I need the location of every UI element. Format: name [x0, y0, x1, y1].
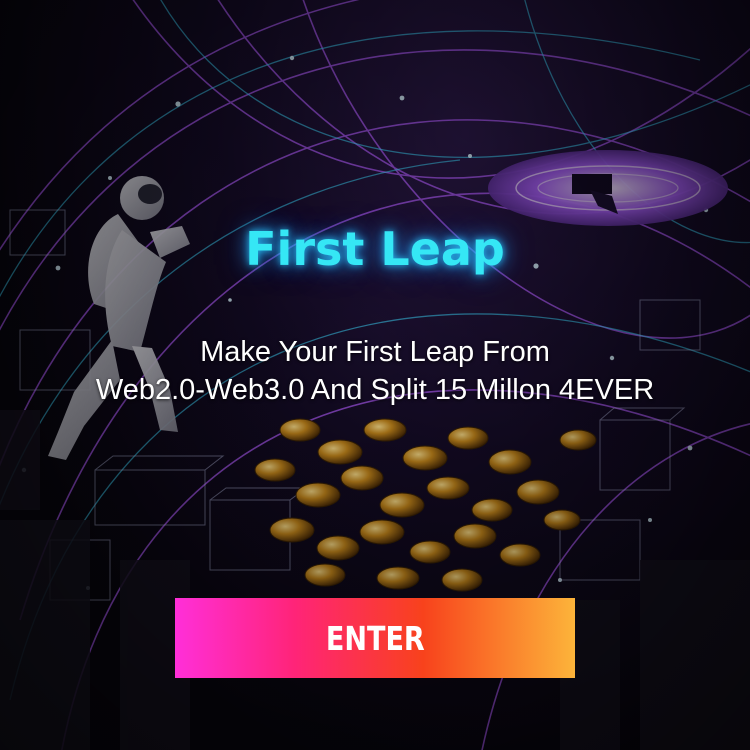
promo-banner: First Leap Make Your First Leap From Web…	[0, 0, 750, 750]
page-title: First Leap	[245, 222, 505, 276]
subtitle-line-2: Web2.0-Web3.0 And Split 15 Millon 4EVER	[95, 374, 655, 406]
enter-button-label: ENTER	[325, 618, 425, 658]
subtitle-line-1: Make Your First Leap From	[200, 336, 550, 368]
enter-button[interactable]: ENTER	[175, 598, 575, 678]
